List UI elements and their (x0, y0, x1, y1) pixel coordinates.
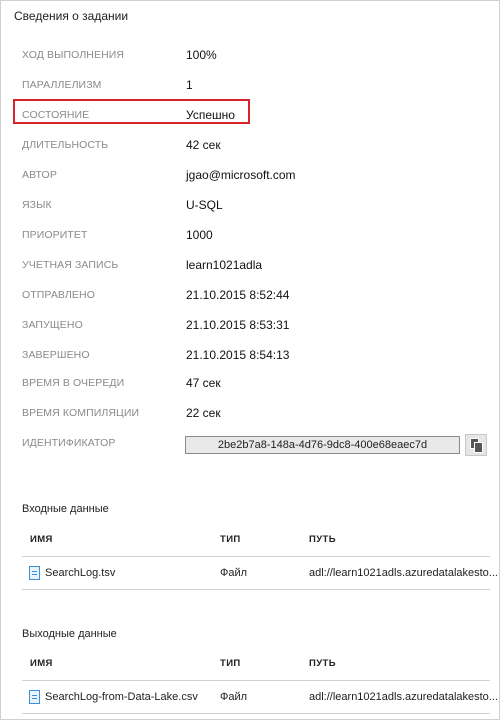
property-value: 100% (186, 48, 217, 62)
property-label: ВРЕМЯ В ОЧЕРЕДИ (22, 377, 125, 389)
table-header: ИМЯ ТИП ПУТЬ (22, 650, 490, 681)
property-label: ПАРАЛЛЕЛИЗМ (22, 79, 102, 91)
property-label: АВТОР (22, 169, 57, 181)
property-label: УЧЕТНАЯ ЗАПИСЬ (22, 259, 119, 271)
file-path: adl://learn1021adls.azuredatalakesto... (309, 691, 498, 703)
column-header-type[interactable]: ТИП (220, 658, 241, 669)
outputs-table: ИМЯ ТИП ПУТЬ SearchLog-from-Data-Lake.cs… (22, 650, 498, 714)
table-header: ИМЯ ТИП ПУТЬ (22, 526, 490, 557)
table-row[interactable]: SearchLog.tsv Файл adl://learn1021adls.a… (22, 557, 498, 590)
outputs-section-title: Выходные данные (22, 628, 117, 640)
property-value: U-SQL (186, 198, 223, 212)
property-value: learn1021adla (186, 258, 263, 272)
property-row-started: ЗАПУЩЕНО 21.10.2015 8:53:31 (0, 316, 500, 336)
property-label: ЯЗЫК (22, 199, 52, 211)
property-label: ОТПРАВЛЕНО (22, 289, 95, 301)
property-value: 47 сек (186, 376, 221, 390)
property-value: 21.10.2015 8:52:44 (186, 288, 290, 302)
property-label: ХОД ВЫПОЛНЕНИЯ (22, 49, 125, 61)
property-label: ДЛИТЕЛЬНОСТЬ (22, 139, 109, 151)
table-row[interactable]: SearchLog-from-Data-Lake.csv Файл adl://… (22, 681, 498, 714)
file-name[interactable]: SearchLog.tsv (45, 567, 115, 579)
file-path: adl://learn1021adls.azuredatalakesto... (309, 567, 498, 579)
column-header-name[interactable]: ИМЯ (30, 534, 53, 545)
property-row-progress: ХОД ВЫПОЛНЕНИЯ 100% (0, 46, 500, 66)
panel-title: Сведения о задании (14, 9, 129, 23)
property-label: ЗАВЕРШЕНО (22, 349, 90, 361)
inputs-table: ИМЯ ТИП ПУТЬ SearchLog.tsv Файл adl://le… (22, 526, 498, 590)
property-row-duration: ДЛИТЕЛЬНОСТЬ 42 сек (0, 136, 500, 156)
file-icon (29, 566, 40, 580)
property-row-queued-time: ВРЕМЯ В ОЧЕРЕДИ 47 сек (0, 374, 500, 394)
property-label: ВРЕМЯ КОМПИЛЯЦИИ (22, 407, 140, 419)
property-row-parallelism: ПАРАЛЛЕЛИЗМ 1 (0, 76, 500, 96)
property-row-ended: ЗАВЕРШЕНО 21.10.2015 8:54:13 (0, 346, 500, 366)
property-label: ЗАПУЩЕНО (22, 319, 83, 331)
column-header-name[interactable]: ИМЯ (30, 658, 53, 669)
property-row-author: АВТОР jgao@microsoft.com (0, 166, 500, 186)
inputs-section-title: Входные данные (22, 503, 109, 515)
property-label: ИДЕНТИФИКАТОР (22, 437, 116, 449)
file-type: Файл (220, 567, 248, 579)
property-value: 1000 (186, 228, 213, 242)
file-name[interactable]: SearchLog-from-Data-Lake.csv (45, 691, 198, 703)
property-row-priority: ПРИОРИТЕТ 1000 (0, 226, 500, 246)
file-icon (29, 690, 40, 704)
property-value: 42 сек (186, 138, 221, 152)
property-label: ПРИОРИТЕТ (22, 229, 88, 241)
property-value: 22 сек (186, 406, 221, 420)
property-value: 21.10.2015 8:53:31 (186, 318, 290, 332)
column-header-type[interactable]: ТИП (220, 534, 241, 545)
status-highlight-box (13, 99, 250, 124)
property-value: jgao@microsoft.com (186, 168, 296, 182)
property-row-account: УЧЕТНАЯ ЗАПИСЬ learn1021adla (0, 256, 500, 276)
column-header-path[interactable]: ПУТЬ (309, 658, 336, 669)
property-value: 21.10.2015 8:54:13 (186, 348, 290, 362)
property-row-language: ЯЗЫК U-SQL (0, 196, 500, 216)
file-type: Файл (220, 691, 248, 703)
job-id-field[interactable]: 2be2b7a8-148a-4d76-9dc8-400e68eaec7d (185, 436, 460, 454)
property-value: 1 (186, 78, 193, 92)
column-header-path[interactable]: ПУТЬ (309, 534, 336, 545)
copy-icon (466, 435, 486, 455)
copy-id-button[interactable] (465, 434, 487, 456)
property-row-submitted: ОТПРАВЛЕНО 21.10.2015 8:52:44 (0, 286, 500, 306)
property-row-compile-time: ВРЕМЯ КОМПИЛЯЦИИ 22 сек (0, 404, 500, 424)
